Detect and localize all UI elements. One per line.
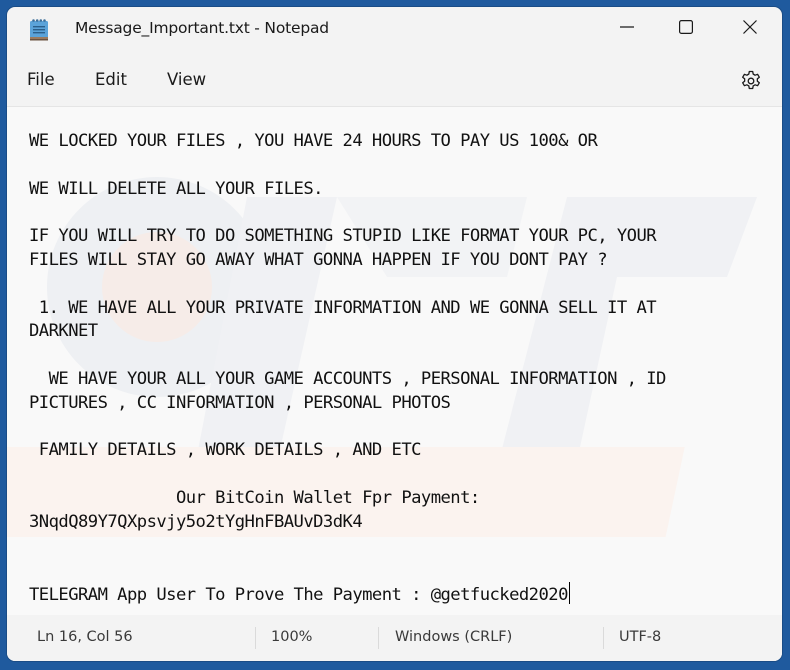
zoom-level[interactable]: 100% (271, 629, 312, 645)
text-line: ​ (29, 154, 772, 178)
text-line: ​ (29, 558, 772, 582)
text-line: Our BitCoin Wallet Fpr Payment: (29, 487, 480, 508)
close-button[interactable] (719, 7, 781, 47)
text-line: FILES WILL STAY GO AWAY WHAT GONNA HAPPE… (29, 249, 608, 270)
cursor-position: Ln 16, Col 56 (37, 629, 133, 645)
menu-view[interactable]: View (165, 70, 208, 89)
minimize-button[interactable] (596, 7, 658, 47)
minimize-icon (620, 20, 634, 34)
maximize-icon (679, 20, 693, 34)
text-line: 1. WE HAVE ALL YOUR PRIVATE INFORMATION … (29, 297, 657, 318)
text-line: ​ (29, 535, 772, 559)
text-line: FAMILY DETAILS , WORK DETAILS , AND ETC (29, 440, 422, 461)
menu-edit[interactable]: Edit (93, 70, 129, 89)
text-line: ​ (29, 463, 772, 487)
text-line: WE LOCKED YOUR FILES , YOU HAVE 24 HOURS… (29, 131, 598, 151)
status-bar: Ln 16, Col 56 100% Windows (CRLF) UTF-8 (7, 615, 782, 661)
line-ending[interactable]: Windows (CRLF) (395, 629, 512, 645)
text-editor[interactable]: WE LOCKED YOUR FILES , YOU HAVE 24 HOURS… (7, 106, 782, 616)
text-line: TELEGRAM App User To Prove The Payment :… (29, 585, 568, 606)
text-line: ​ (29, 273, 772, 297)
document-text[interactable]: WE LOCKED YOUR FILES , YOU HAVE 24 HOURS… (29, 130, 772, 608)
close-icon (743, 20, 757, 34)
text-line: ​ (29, 344, 772, 368)
text-line: ​ (29, 201, 772, 225)
status-divider (603, 627, 604, 649)
notepad-window: Message_Important.txt - Notepad File Edi… (7, 7, 782, 661)
title-bar[interactable]: Message_Important.txt - Notepad (7, 7, 782, 51)
text-line: 3NqdQ89Y7QXpsvjy5o2tYgHnFBAUvD3dK4 (29, 511, 363, 532)
text-line: PICTURES , CC INFORMATION , PERSONAL PHO… (29, 392, 451, 413)
window-title: Message_Important.txt - Notepad (75, 19, 329, 37)
text-line: WE HAVE YOUR ALL YOUR GAME ACCOUNTS , PE… (29, 368, 667, 389)
gear-icon[interactable] (739, 69, 763, 93)
status-divider (378, 627, 379, 649)
text-caret (568, 582, 570, 605)
maximize-button[interactable] (655, 7, 717, 47)
menu-file[interactable]: File (25, 70, 57, 89)
text-line: ​ (29, 416, 772, 440)
text-line: WE WILL DELETE ALL YOUR FILES. (29, 178, 323, 199)
menu-bar: File Edit View (7, 59, 782, 103)
encoding[interactable]: UTF-8 (619, 629, 661, 645)
text-line-last: TELEGRAM App User To Prove The Payment :… (29, 582, 772, 608)
text-line: DARKNET (29, 321, 98, 342)
text-line: IF YOU WILL TRY TO DO SOMETHING STUPID L… (29, 226, 657, 247)
notepad-icon (29, 18, 49, 42)
status-divider (255, 627, 256, 649)
